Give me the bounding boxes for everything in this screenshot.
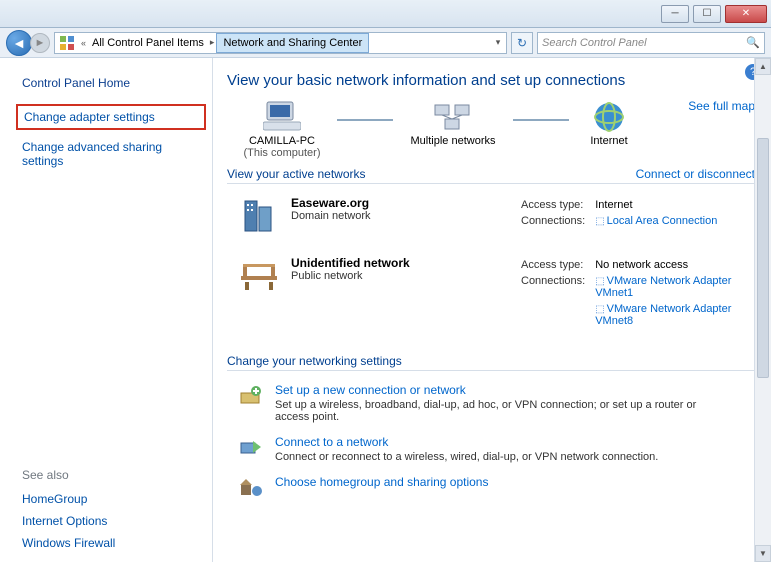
address-dropdown-icon[interactable]: ▾ bbox=[490, 37, 506, 48]
local-area-connection-link[interactable]: Local Area Connection bbox=[607, 215, 718, 227]
search-icon[interactable]: 🔍 bbox=[746, 36, 760, 49]
search-input[interactable]: Search Control Panel 🔍 bbox=[537, 32, 765, 54]
homegroup-sharing-link[interactable]: Choose homegroup and sharing options bbox=[275, 475, 488, 489]
address-toolbar: ◄ ► « All Control Panel Items ▸ Network … bbox=[0, 28, 771, 58]
chevron-right-icon: ▸ bbox=[208, 37, 217, 48]
search-placeholder: Search Control Panel bbox=[542, 37, 647, 49]
divider bbox=[227, 370, 755, 371]
minimize-button[interactable]: ─ bbox=[661, 5, 689, 23]
connection-icon: ⬚ bbox=[595, 216, 606, 227]
homegroup-link[interactable]: HomeGroup bbox=[22, 488, 200, 510]
network-details: Access type:Internet Connections: ⬚Local … bbox=[515, 196, 755, 236]
map-pc-name: CAMILLA-PC bbox=[249, 135, 315, 147]
breadcrumb-all-items[interactable]: All Control Panel Items bbox=[88, 37, 208, 49]
scroll-down-button[interactable]: ▼ bbox=[755, 545, 771, 562]
control-panel-icon bbox=[57, 34, 77, 52]
setup-connection-icon bbox=[237, 383, 265, 409]
map-internet-label: Internet bbox=[590, 135, 627, 147]
map-pc-sub: (This computer) bbox=[243, 147, 320, 159]
domain-network-icon bbox=[237, 196, 281, 236]
map-multiple-networks: Multiple networks bbox=[393, 99, 513, 147]
network-info: Unidentified network Public network bbox=[291, 256, 410, 330]
refresh-button[interactable]: ↻ bbox=[511, 32, 533, 54]
network-icon bbox=[433, 99, 473, 135]
breadcrumb-bar[interactable]: « All Control Panel Items ▸ Network and … bbox=[54, 32, 507, 54]
network-map: CAMILLA-PC (This computer) Multiple netw… bbox=[227, 99, 755, 159]
public-network-icon bbox=[237, 256, 281, 296]
scroll-up-button[interactable]: ▲ bbox=[755, 58, 771, 75]
connect-network-link[interactable]: Connect to a network bbox=[275, 435, 658, 449]
vmnet8-link[interactable]: VMware Network Adapter VMnet8 bbox=[595, 303, 731, 327]
network-type: Public network bbox=[291, 270, 410, 282]
vertical-scrollbar[interactable]: ▲ ▼ bbox=[754, 58, 771, 562]
divider bbox=[227, 183, 755, 184]
content-body: Control Panel Home Change adapter settin… bbox=[0, 58, 771, 562]
nav-buttons: ◄ ► bbox=[6, 30, 50, 56]
networking-settings-label: Change your networking settings bbox=[227, 354, 402, 368]
main-panel: ? View your basic network information an… bbox=[213, 58, 771, 562]
map-line-1 bbox=[337, 119, 393, 121]
map-mid-label: Multiple networks bbox=[411, 135, 496, 147]
access-type-label: Access type: bbox=[517, 198, 589, 212]
task-connect-network: Connect to a network Connect or reconnec… bbox=[227, 431, 755, 471]
homegroup-icon bbox=[237, 475, 265, 501]
task-homegroup: Choose homegroup and sharing options bbox=[227, 471, 755, 509]
access-type-value: Internet bbox=[591, 198, 721, 212]
network-type: Domain network bbox=[291, 210, 370, 222]
scroll-thumb[interactable] bbox=[757, 138, 769, 378]
networking-settings-heading: Change your networking settings bbox=[227, 354, 755, 368]
setup-connection-link[interactable]: Set up a new connection or network bbox=[275, 383, 715, 397]
internet-options-link[interactable]: Internet Options bbox=[22, 510, 200, 532]
network-block-unidentified: Unidentified network Public network Acce… bbox=[227, 252, 755, 346]
vmnet1-link[interactable]: VMware Network Adapter VMnet1 bbox=[595, 275, 731, 299]
window-titlebar: ─ ☐ ✕ bbox=[0, 0, 771, 28]
network-details: Access type:No network access Connection… bbox=[515, 256, 755, 330]
active-networks-heading: View your active networks Connect or dis… bbox=[227, 167, 755, 181]
change-adapter-settings-link[interactable]: Change adapter settings bbox=[16, 104, 206, 130]
setup-connection-desc: Set up a wireless, broadband, dial-up, a… bbox=[275, 399, 715, 423]
map-this-computer: CAMILLA-PC (This computer) bbox=[227, 99, 337, 159]
forward-button[interactable]: ► bbox=[30, 33, 50, 53]
connect-network-desc: Connect or reconnect to a wireless, wire… bbox=[275, 451, 658, 463]
sidebar: Control Panel Home Change adapter settin… bbox=[0, 58, 213, 562]
connection-icon: ⬚ bbox=[595, 304, 606, 315]
network-block-easeware: Easeware.org Domain network Access type:… bbox=[227, 192, 755, 252]
active-networks-label: View your active networks bbox=[227, 167, 366, 181]
maximize-button[interactable]: ☐ bbox=[693, 5, 721, 23]
connection-icon: ⬚ bbox=[595, 276, 606, 287]
map-internet: Internet bbox=[569, 99, 649, 147]
access-type-value: No network access bbox=[591, 258, 753, 272]
change-advanced-sharing-link[interactable]: Change advanced sharing settings bbox=[22, 136, 200, 172]
chevron-left-icon: « bbox=[79, 38, 88, 48]
globe-icon bbox=[589, 99, 629, 135]
computer-icon bbox=[262, 99, 302, 135]
network-name: Unidentified network bbox=[291, 256, 410, 270]
see-also-heading: See also bbox=[22, 464, 200, 488]
back-button[interactable]: ◄ bbox=[6, 30, 32, 56]
close-button[interactable]: ✕ bbox=[725, 5, 767, 23]
connect-network-icon bbox=[237, 435, 265, 461]
page-title: View your basic network information and … bbox=[227, 72, 755, 89]
connections-label: Connections: bbox=[517, 214, 589, 228]
breadcrumb-network-sharing[interactable]: Network and Sharing Center bbox=[216, 33, 369, 53]
network-name: Easeware.org bbox=[291, 196, 370, 210]
map-line-2 bbox=[513, 119, 569, 121]
connections-label: Connections: bbox=[517, 274, 589, 300]
windows-firewall-link[interactable]: Windows Firewall bbox=[22, 532, 200, 554]
see-full-map-link[interactable]: See full map bbox=[688, 99, 755, 113]
connect-disconnect-link[interactable]: Connect or disconnect bbox=[636, 167, 755, 181]
network-info: Easeware.org Domain network bbox=[291, 196, 370, 236]
control-panel-home-link[interactable]: Control Panel Home bbox=[22, 72, 200, 94]
task-setup-connection: Set up a new connection or network Set u… bbox=[227, 379, 755, 431]
access-type-label: Access type: bbox=[517, 258, 589, 272]
